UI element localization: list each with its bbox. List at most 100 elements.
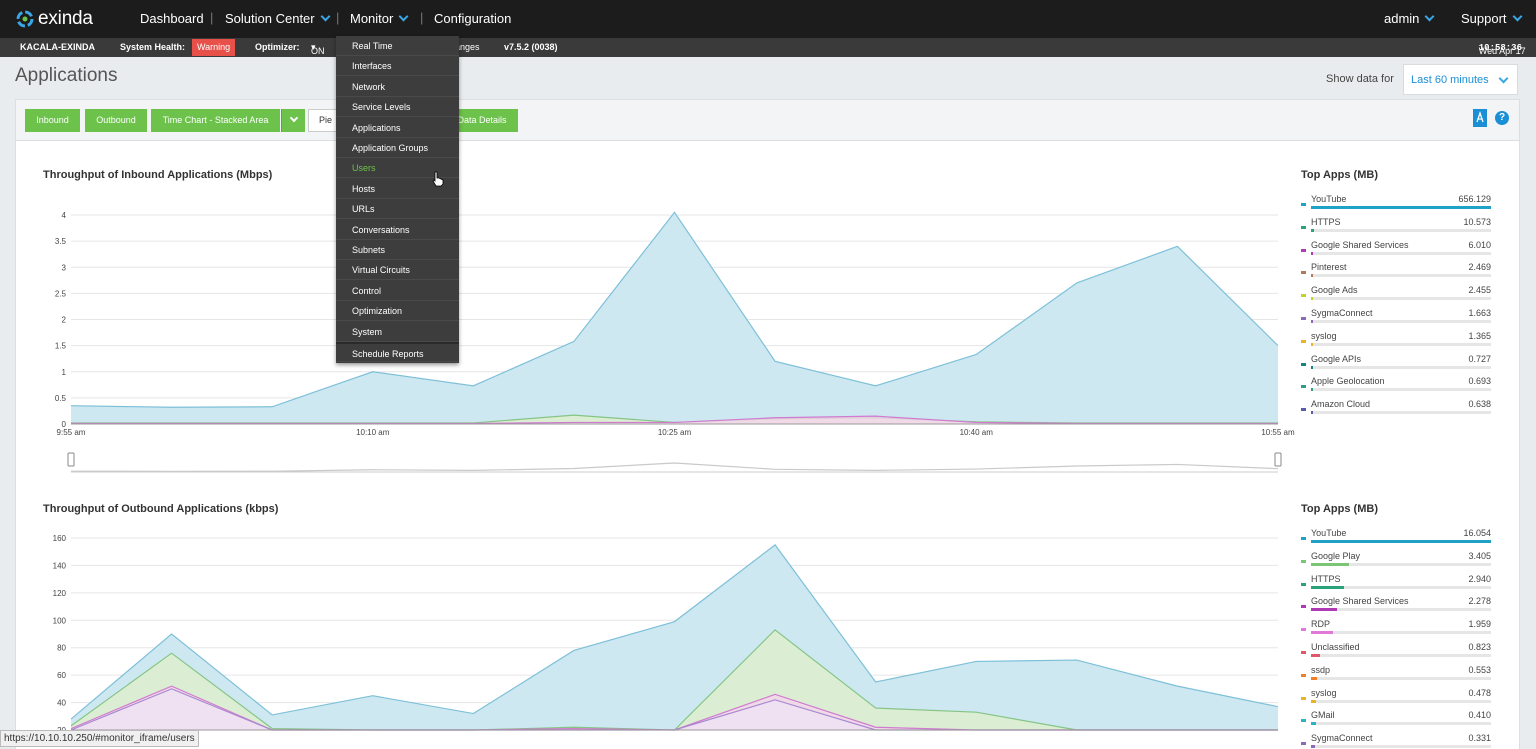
app-name[interactable]: YouTube — [1311, 194, 1346, 204]
monitor-menu-item-system[interactable]: System — [336, 322, 459, 342]
app-name[interactable]: syslog — [1311, 331, 1337, 341]
usage-bar-track — [1311, 365, 1491, 369]
top-app-item[interactable]: Apple Geolocation 0.693 — [1301, 376, 1491, 399]
app-value: 1.663 — [1468, 308, 1491, 318]
monitor-menu-item-conversations[interactable]: Conversations — [336, 220, 459, 240]
app-name[interactable]: Pinterest — [1311, 262, 1347, 272]
usage-bar-fill — [1311, 297, 1314, 301]
top-app-item[interactable]: SygmaConnect 0.331 — [1301, 733, 1491, 749]
monitor-menu-item-urls[interactable]: URLs — [336, 199, 459, 220]
top-app-item[interactable]: YouTube 656.129 — [1301, 194, 1491, 217]
top-app-item[interactable]: ssdp 0.553 — [1301, 665, 1491, 688]
top-app-item[interactable]: HTTPS 10.573 — [1301, 217, 1491, 240]
series-area-0[interactable] — [71, 544, 1278, 730]
top-app-item[interactable]: Google APIs 0.727 — [1301, 354, 1491, 377]
legend-swatch — [1301, 696, 1306, 700]
app-name[interactable]: RDP — [1311, 619, 1330, 629]
usage-bar-track — [1311, 608, 1491, 612]
chevron-down-icon — [1424, 11, 1435, 22]
top-app-item[interactable]: Unclassified 0.823 — [1301, 642, 1491, 665]
top-app-item[interactable]: Google Shared Services 6.010 — [1301, 240, 1491, 263]
app-name[interactable]: HTTPS — [1311, 574, 1341, 584]
nav-separator: | — [420, 10, 424, 25]
app-name[interactable]: SygmaConnect — [1311, 308, 1373, 318]
monitor-menu-item-virtual-circuits[interactable]: Virtual Circuits — [336, 260, 459, 281]
top-app-item[interactable]: syslog 0.478 — [1301, 688, 1491, 711]
app-name[interactable]: Google Shared Services — [1311, 596, 1409, 606]
usage-bar-fill — [1311, 320, 1314, 323]
top-app-item[interactable]: RDP 1.959 — [1301, 619, 1491, 642]
app-name[interactable]: SygmaConnect — [1311, 733, 1373, 743]
nav-configuration[interactable]: Configuration — [434, 11, 511, 26]
legend-swatch — [1301, 582, 1306, 586]
app-name[interactable]: Unclassified — [1311, 642, 1360, 652]
app-value: 2.455 — [1468, 285, 1491, 296]
nav-monitor[interactable]: Monitor — [350, 11, 409, 26]
app-name[interactable]: Google Play — [1311, 551, 1360, 561]
app-name[interactable]: Apple Geolocation — [1311, 376, 1385, 386]
top-app-item[interactable]: SygmaConnect 1.663 — [1301, 308, 1491, 331]
help-icon[interactable]: ? — [1495, 111, 1509, 125]
usage-bar-track — [1311, 722, 1491, 726]
nav-solution-center-label: Solution Center — [225, 11, 315, 26]
app-name[interactable]: Amazon Cloud — [1311, 399, 1370, 409]
usage-bar-fill — [1311, 388, 1314, 392]
monitor-menu-item-application-groups[interactable]: Application Groups — [336, 138, 459, 158]
exinda-logo[interactable]: exinda — [16, 8, 93, 30]
monitor-menu-item-real-time[interactable]: Real Time — [336, 36, 459, 56]
top-app-item[interactable]: Google Ads 2.455 — [1301, 285, 1491, 308]
usage-bar-track — [1311, 631, 1491, 635]
monitor-menu-item-interfaces[interactable]: Interfaces — [336, 56, 459, 77]
top-app-item[interactable]: YouTube 16.054 — [1301, 528, 1491, 551]
monitor-menu-item-service-levels[interactable]: Service Levels — [336, 97, 459, 118]
monitor-menu-item-applications[interactable]: Applications — [336, 118, 459, 138]
top-app-item[interactable]: HTTPS 2.940 — [1301, 574, 1491, 597]
legend-swatch — [1301, 651, 1306, 654]
host-name: KACALA-EXINDA — [20, 42, 95, 52]
app-name[interactable]: HTTPS — [1311, 217, 1341, 227]
support-label: Support — [1461, 11, 1507, 26]
app-name[interactable]: Google Shared Services — [1311, 240, 1409, 250]
app-name[interactable]: GMail — [1311, 710, 1335, 720]
app-name[interactable]: syslog — [1311, 688, 1337, 698]
top-app-item[interactable]: Pinterest 2.469 — [1301, 262, 1491, 285]
monitor-menu-item-network[interactable]: Network — [336, 77, 459, 97]
app-value: 2.278 — [1468, 596, 1491, 607]
app-name[interactable]: ssdp — [1311, 665, 1330, 675]
clock: Wed Apr 17 10:58:36 — [1479, 42, 1526, 56]
monitor-menu-item-optimization[interactable]: Optimization — [336, 301, 459, 322]
legend-swatch — [1301, 673, 1306, 677]
optimizer-toggle[interactable]: ON ▾ — [311, 42, 325, 56]
app-name[interactable]: Google Ads — [1311, 285, 1358, 295]
nav-dashboard[interactable]: Dashboard — [140, 11, 204, 26]
health-label: System Health: — [120, 42, 186, 52]
top-app-item[interactable]: syslog 1.365 — [1301, 331, 1491, 354]
user-menu[interactable]: admin — [1384, 11, 1435, 26]
usage-bar-track — [1311, 411, 1491, 415]
time-range-select[interactable]: Last 60 minutes — [1403, 64, 1518, 95]
top-app-item[interactable]: Google Play 3.405 — [1301, 551, 1491, 574]
app-value: 10.573 — [1463, 216, 1491, 227]
usage-bar-track — [1311, 228, 1491, 232]
app-name[interactable]: YouTube — [1311, 528, 1346, 538]
health-status-badge[interactable]: Warning — [192, 39, 236, 56]
usage-bar-fill — [1311, 745, 1315, 749]
app-value: 2.469 — [1468, 262, 1491, 273]
pdf-export-icon[interactable] — [1473, 109, 1487, 127]
monitor-menu-item-control[interactable]: Control — [336, 281, 459, 301]
nav-monitor-label: Monitor — [350, 11, 394, 26]
top-app-item[interactable]: Amazon Cloud 0.638 — [1301, 399, 1491, 422]
monitor-menu-item-schedule-reports[interactable]: Schedule Reports — [336, 342, 459, 362]
nav-solution-center[interactable]: Solution Center — [225, 11, 331, 26]
usage-bar-track — [1311, 388, 1491, 392]
top-app-item[interactable]: Google Shared Services 2.278 — [1301, 596, 1491, 619]
top-app-item[interactable]: GMail 0.410 — [1301, 710, 1491, 733]
usage-bar-track — [1311, 297, 1491, 301]
monitor-menu-item-subnets[interactable]: Subnets — [336, 240, 459, 260]
usage-bar-fill — [1311, 562, 1350, 566]
app-name[interactable]: Google APIs — [1311, 354, 1361, 364]
usage-bar-fill — [1311, 654, 1321, 657]
usage-bar-fill — [1311, 251, 1314, 255]
optimizer-label: Optimizer: — [255, 42, 300, 52]
support-menu[interactable]: Support — [1461, 11, 1522, 26]
